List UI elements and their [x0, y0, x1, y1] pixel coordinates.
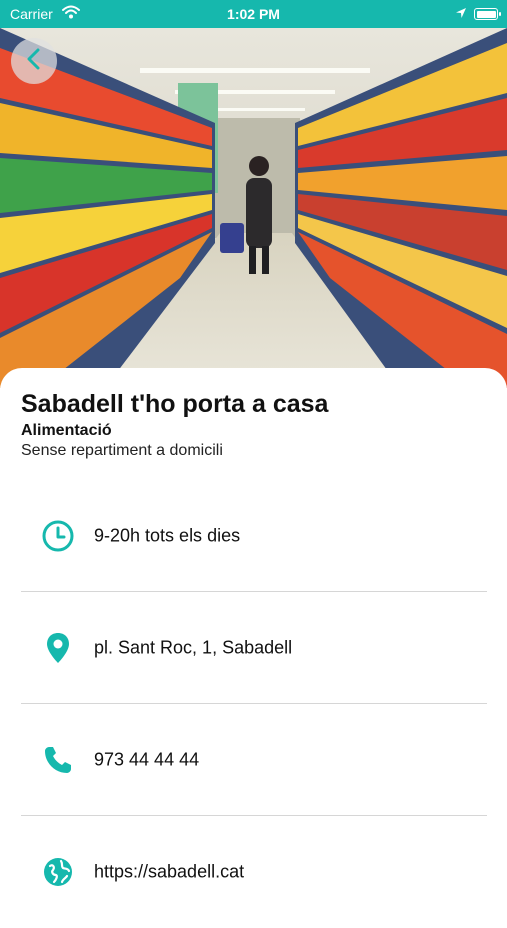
hours-text: 9-20h tots els dies [94, 525, 241, 546]
shop-category: Alimentació [21, 422, 112, 439]
clock-icon [41, 519, 75, 553]
phone-text[interactable]: 973 44 44 44 [94, 750, 199, 771]
phone-icon [41, 743, 75, 777]
hero-image [0, 28, 507, 388]
details-sheet: Sabadell t'ho porta a casa Alimentació S… [0, 368, 507, 900]
website-link[interactable]: https://sabadell.cat [94, 862, 244, 883]
map-pin-icon [41, 631, 75, 665]
shop-name: Sabadell t'ho porta a casa [21, 390, 329, 418]
address-text[interactable]: pl. Sant Roc, 1, Sabadell [94, 638, 292, 659]
globe-icon [41, 855, 75, 889]
hours-row: 9-20h tots els dies [21, 480, 487, 592]
delivery-status: Sense repartiment a domicili [21, 442, 223, 459]
location-arrow-icon [455, 6, 467, 22]
back-button[interactable] [11, 38, 57, 84]
clock-time: 1:02 PM [227, 6, 280, 22]
battery-icon [474, 8, 501, 20]
chevron-left-icon [25, 48, 43, 75]
phone-row[interactable]: 973 44 44 44 [21, 704, 487, 816]
status-bar: Carrier 1:02 PM [0, 0, 507, 28]
website-row[interactable]: https://sabadell.cat [21, 816, 487, 928]
address-row[interactable]: pl. Sant Roc, 1, Sabadell [21, 592, 487, 704]
